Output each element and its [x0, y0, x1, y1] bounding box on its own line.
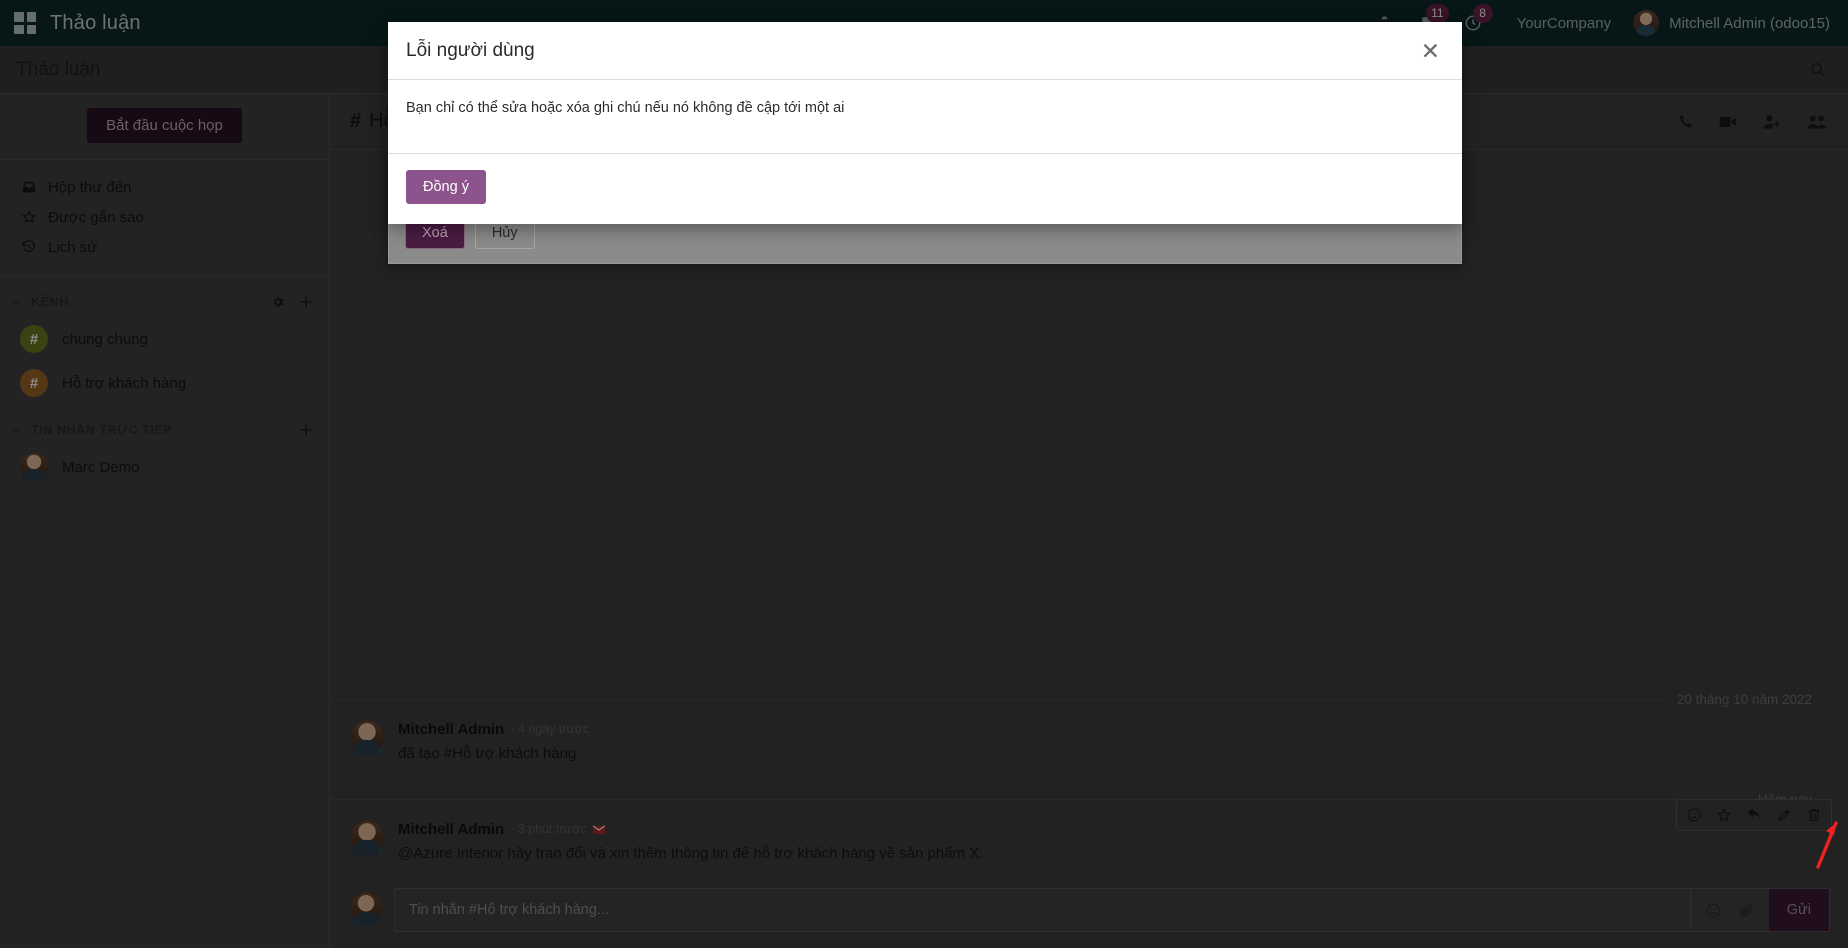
- user-error-dialog-footer: Đồng ý: [388, 154, 1462, 224]
- ok-button[interactable]: Đồng ý: [406, 170, 486, 204]
- dialog-title: Lỗi người dùng: [406, 40, 535, 61]
- dialog-message: Bạn chỉ có thể sửa hoặc xóa ghi chú nếu …: [388, 80, 1462, 154]
- user-error-dialog-header: Lỗi người dùng ✕: [388, 22, 1462, 80]
- close-icon[interactable]: ✕: [1419, 40, 1442, 63]
- user-error-dialog: Lỗi người dùng ✕ Bạn chỉ có thể sửa hoặc…: [388, 22, 1462, 224]
